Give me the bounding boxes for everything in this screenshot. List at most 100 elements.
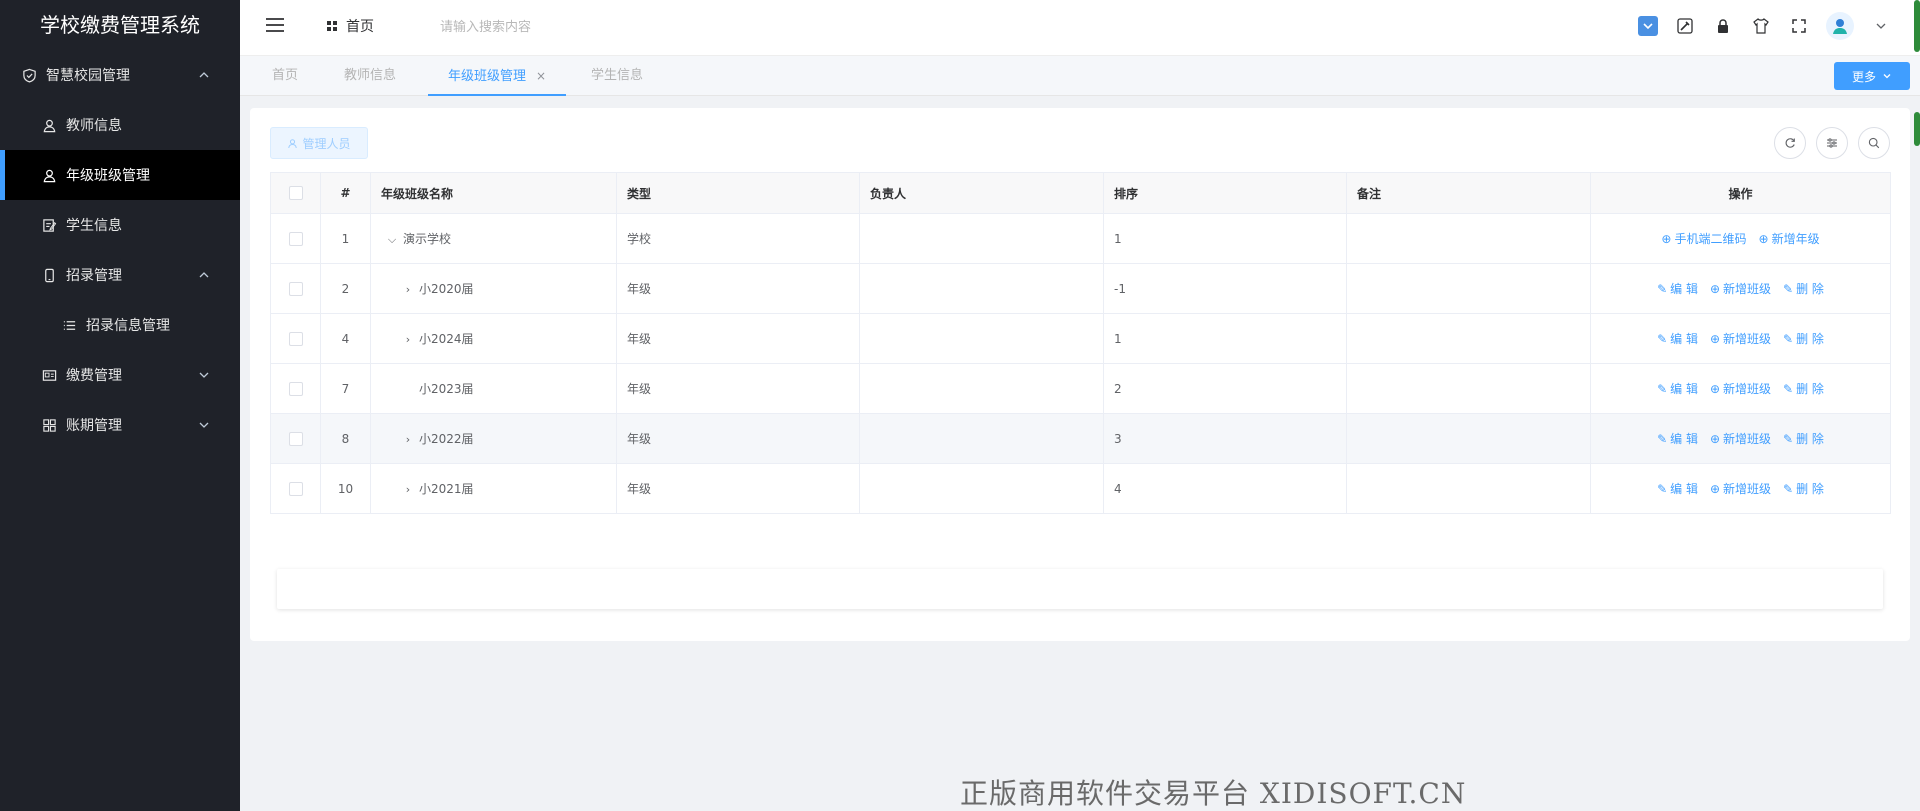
row-checkbox[interactable]: [270, 263, 321, 314]
plus-circle-icon: ⊕: [1709, 281, 1721, 296]
edit-button[interactable]: ✎ 编 辑: [1657, 480, 1698, 497]
column-header: 类型: [616, 172, 860, 214]
tab-teacher-info[interactable]: 教师信息: [344, 56, 396, 96]
tab-label: 学生信息: [591, 68, 644, 83]
delete-button[interactable]: ✎ 删 除: [1783, 280, 1824, 297]
row-name: 小2022届: [419, 432, 474, 446]
add-class-button[interactable]: ⊕ 新增班级: [1710, 280, 1771, 297]
row-owner: [859, 263, 1104, 314]
row-owner: [859, 463, 1104, 514]
row-name-cell: › 小2020届: [370, 263, 617, 314]
tab-label: 教师信息: [344, 68, 397, 83]
sidebar-item-student-info[interactable]: 学生信息: [0, 200, 240, 250]
dashboard-icon: [327, 21, 337, 31]
row-checkbox[interactable]: [270, 313, 321, 364]
sidebar-item-teacher-info[interactable]: 教师信息: [0, 100, 240, 150]
row-name-cell: ⌵ 演示学校: [370, 213, 617, 264]
expand-toggle-icon[interactable]: ›: [401, 483, 415, 496]
row-note: [1346, 413, 1591, 464]
more-button[interactable]: 更多: [1834, 62, 1910, 90]
plus-circle-icon: ⊕: [1709, 331, 1721, 346]
table-row: 4 › 小2024届 年级 1 ✎ 编 辑 ⊕ 新增班级 ✎ 删 除: [270, 313, 1891, 364]
select-all-checkbox[interactable]: [270, 172, 321, 214]
delete-button[interactable]: ✎ 删 除: [1783, 330, 1824, 347]
tab-grade-class[interactable]: 年级班级管理 ×: [428, 56, 567, 96]
tab-home[interactable]: 首页: [272, 56, 298, 96]
add-grade-button[interactable]: ⊕ 新增年级: [1759, 230, 1820, 247]
more-button-label: 更多: [1851, 69, 1876, 84]
op-label: 新增年级: [1771, 232, 1820, 246]
list-icon: [60, 316, 78, 334]
tab-student-info[interactable]: 学生信息: [591, 56, 643, 96]
add-class-button[interactable]: ⊕ 新增班级: [1710, 480, 1771, 497]
sidebar-item-label: 招录信息管理: [86, 318, 170, 334]
header-home-link[interactable]: 首页: [326, 16, 374, 36]
tools-icon[interactable]: [1674, 15, 1696, 37]
sidebar-item-enrollment-info[interactable]: 招录信息管理: [0, 300, 240, 350]
expand-toggle-icon[interactable]: ⌵: [385, 233, 399, 247]
op-label: 新增班级: [1723, 432, 1772, 446]
delete-button[interactable]: ✎ 删 除: [1783, 430, 1824, 447]
op-label: 新增班级: [1723, 332, 1772, 346]
tab-label: 首页: [272, 68, 299, 83]
delete-button[interactable]: ✎ 删 除: [1783, 480, 1824, 497]
edit-button[interactable]: ✎ 编 辑: [1657, 280, 1698, 297]
row-sort: -1: [1103, 263, 1347, 314]
menu-group-payment[interactable]: 缴费管理: [0, 350, 240, 400]
sidebar-item-label: 教师信息: [66, 118, 122, 134]
add-class-button[interactable]: ⊕ 新增班级: [1710, 430, 1771, 447]
top-header: 首页 请输入搜索内容: [240, 0, 1920, 56]
close-icon[interactable]: ×: [536, 69, 546, 83]
chevron-up-icon: [199, 272, 209, 278]
row-actions: ✎ 编 辑 ⊕ 新增班级 ✎ 删 除: [1590, 413, 1891, 464]
expand-toggle-icon[interactable]: ›: [401, 433, 415, 446]
column-header: 年级班级名称: [370, 172, 617, 214]
edit-button[interactable]: ✎ 编 辑: [1657, 330, 1698, 347]
menu-group-billing-period[interactable]: 账期管理: [0, 400, 240, 450]
header-search-input[interactable]: 请输入搜索内容: [440, 16, 531, 35]
expand-toggle-icon[interactable]: ›: [401, 333, 415, 346]
lock-icon[interactable]: [1712, 15, 1734, 37]
chevron-down-icon[interactable]: [1870, 15, 1892, 37]
sidebar-item-grade-class[interactable]: 年级班级管理: [0, 150, 240, 200]
row-checkbox[interactable]: [270, 463, 321, 514]
admin-button-label: 管理人员: [302, 136, 351, 151]
row-checkbox[interactable]: [270, 363, 321, 414]
avatar[interactable]: [1826, 12, 1854, 40]
row-note: [1346, 463, 1591, 514]
menu-group-label: 智慧校园管理: [46, 68, 130, 84]
add-class-button[interactable]: ⊕ 新增班级: [1710, 330, 1771, 347]
qrcode-button[interactable]: ⊕ 手机端二维码: [1661, 230, 1746, 247]
plus-circle-icon: ⊕: [1661, 231, 1672, 246]
table-row: 1 ⌵ 演示学校 学校 1 ⊕ 手机端二维码 ⊕ 新增年级: [270, 213, 1891, 264]
admin-button[interactable]: 管理人员: [270, 127, 368, 159]
row-checkbox[interactable]: [270, 213, 321, 264]
row-name-cell: › 小2024届: [370, 313, 617, 364]
row-type: 学校: [616, 213, 860, 264]
refresh-icon[interactable]: [1774, 127, 1806, 159]
theme-shirt-icon[interactable]: [1750, 15, 1772, 37]
sidebar-item-label: 学生信息: [66, 218, 122, 234]
delete-button[interactable]: ✎ 删 除: [1783, 380, 1824, 397]
edit-icon: ✎: [1657, 431, 1668, 446]
menu-group-smart-campus[interactable]: 智慧校园管理: [0, 50, 240, 100]
fullscreen-icon[interactable]: [1788, 15, 1810, 37]
row-checkbox[interactable]: [270, 413, 321, 464]
menu-group-enrollment[interactable]: 招录管理: [0, 250, 240, 300]
main-area: 首页 请输入搜索内容 首页 教师信息 年级班级管理 × 学生信息 更多 管理人员…: [240, 0, 1920, 811]
hamburger-icon[interactable]: [264, 14, 286, 36]
expand-toggle-icon[interactable]: ›: [401, 283, 415, 296]
dropdown-check-icon[interactable]: [1638, 16, 1658, 36]
edit-icon: ✎: [1657, 481, 1668, 496]
row-actions: ✎ 编 辑 ⊕ 新增班级 ✎ 删 除: [1590, 313, 1891, 364]
add-class-button[interactable]: ⊕ 新增班级: [1710, 380, 1771, 397]
row-id: 1: [320, 213, 371, 264]
app-title: 学校缴费管理系统: [40, 13, 200, 37]
search-icon[interactable]: [1858, 127, 1890, 159]
menu-group-label: 招录管理: [66, 268, 122, 284]
edit-button[interactable]: ✎ 编 辑: [1657, 380, 1698, 397]
edit-button[interactable]: ✎ 编 辑: [1657, 430, 1698, 447]
plus-circle-icon: ⊕: [1709, 381, 1721, 396]
filter-settings-icon[interactable]: [1816, 127, 1848, 159]
row-type: 年级: [616, 263, 860, 314]
